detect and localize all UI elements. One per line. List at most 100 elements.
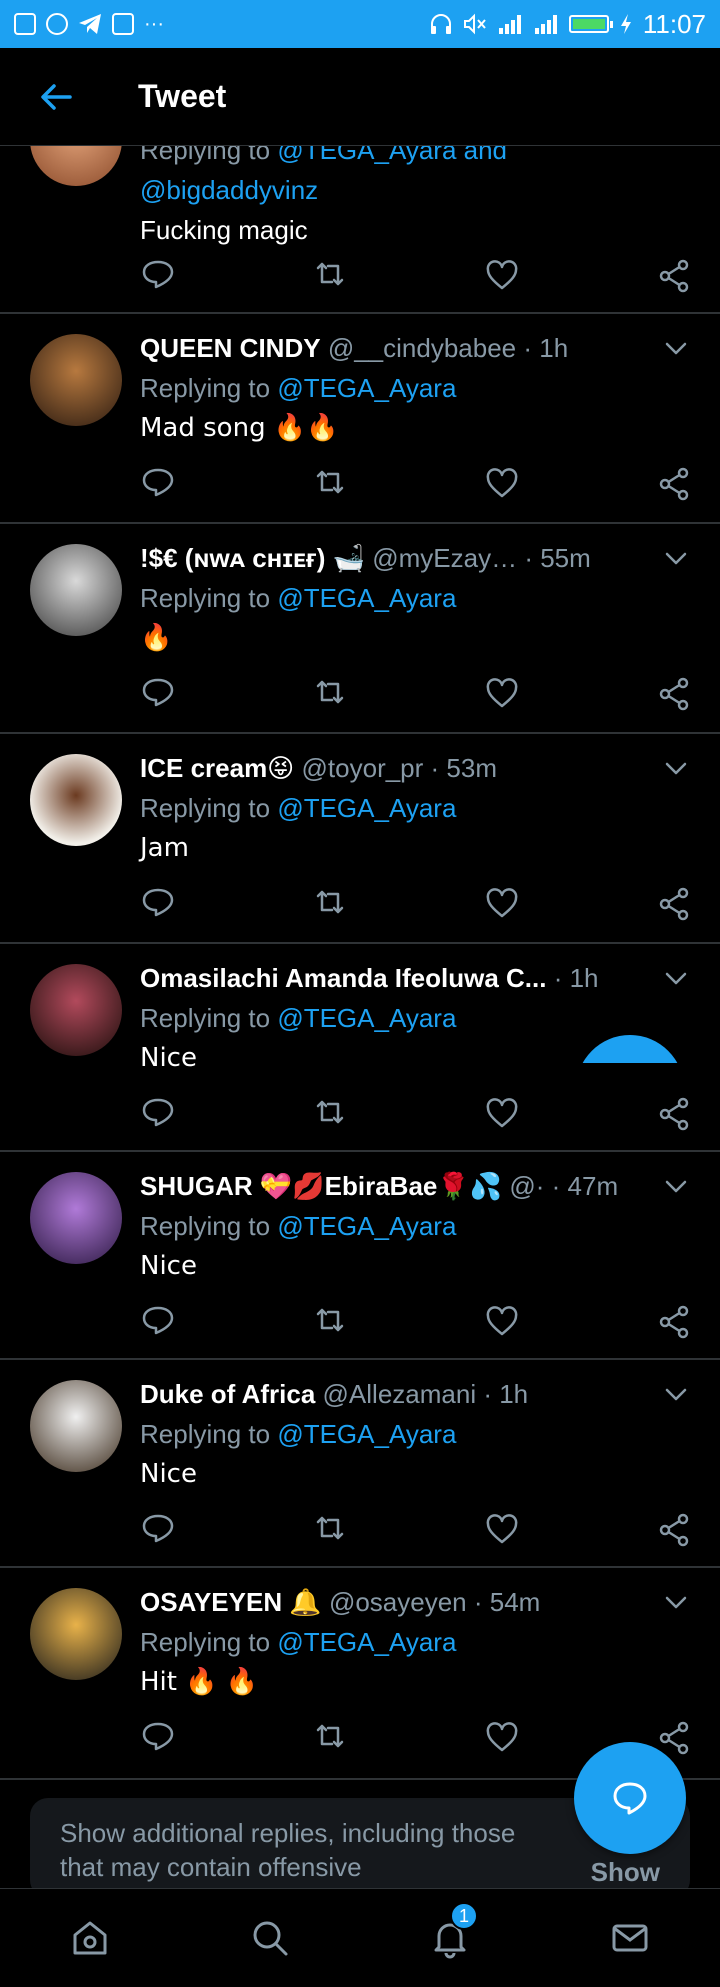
tweet-header: QUEEN CINDY @__cindybabee · 1h: [140, 328, 690, 368]
retweet-button[interactable]: [312, 886, 348, 922]
avatar[interactable]: [30, 544, 122, 636]
telegram-icon: [79, 14, 101, 34]
timestamp: · 53m: [430, 753, 498, 783]
like-button[interactable]: [484, 1304, 520, 1340]
status-more: ···: [144, 12, 164, 35]
display-name[interactable]: ICE cream😝: [140, 753, 294, 783]
like-button[interactable]: [484, 466, 520, 502]
reply-fab-button[interactable]: [574, 1742, 686, 1854]
timestamp: · 1h: [553, 963, 599, 993]
retweet-button[interactable]: [312, 258, 348, 294]
display-name[interactable]: OSAYEYEN 🔔: [140, 1587, 322, 1617]
avatar[interactable]: [30, 964, 122, 1056]
tweet-item[interactable]: Duke of Africa @Allezamani · 1h Replying…: [0, 1360, 720, 1568]
avatar[interactable]: [30, 1380, 122, 1472]
tweet-item[interactable]: ICE cream😝 @toyor_pr · 53m Replying to @…: [0, 734, 720, 944]
display-name[interactable]: !$€ (ɴᴡᴀ ᴄʜɪᴇғ) 🛁: [140, 543, 365, 573]
back-arrow-icon: [41, 83, 72, 110]
avatar[interactable]: [30, 334, 122, 426]
reply-icon: [142, 468, 174, 497]
tweet-text: 🔥: [140, 623, 173, 653]
retweet-button[interactable]: [312, 1304, 348, 1340]
mention-link[interactable]: @TEGA_Ayara: [277, 373, 456, 403]
share-button[interactable]: [656, 1720, 692, 1756]
reply-button[interactable]: [140, 466, 176, 502]
tweet-item[interactable]: !$€ (ɴᴡᴀ ᴄʜɪᴇғ) 🛁 @myEzay… · 55m Replyin…: [0, 524, 720, 734]
tweet-text: Nice: [140, 1459, 197, 1489]
retweet-button[interactable]: [312, 466, 348, 502]
reply-button[interactable]: [140, 258, 176, 294]
reply-button[interactable]: [140, 1304, 176, 1340]
chevron-down-icon[interactable]: [662, 1588, 690, 1616]
tweet-item[interactable]: SHUGAR 💝💋EbiraBae🌹💦 @· · 47m Replying to…: [0, 1152, 720, 1360]
reply-button[interactable]: [140, 1096, 176, 1132]
handle[interactable]: @toyor_pr: [302, 753, 424, 783]
replying-to-line: Replying to @TEGA_Ayara: [140, 578, 690, 618]
timestamp: · 55m: [524, 543, 591, 573]
mention-link[interactable]: @TEGA_Ayara: [277, 793, 456, 823]
reply-button[interactable]: [140, 676, 176, 712]
like-button[interactable]: [484, 1512, 520, 1548]
avatar[interactable]: [30, 1588, 122, 1680]
replying-label: Replying to: [140, 1211, 271, 1241]
share-button[interactable]: [656, 258, 692, 294]
chevron-down-icon[interactable]: [662, 544, 690, 572]
retweet-icon: [316, 1308, 344, 1332]
mention-link[interactable]: @bigdaddyvinz: [140, 175, 318, 205]
retweet-icon: [316, 470, 344, 494]
reply-button[interactable]: [140, 1720, 176, 1756]
mention-link[interactable]: @TEGA_Ayara: [277, 1003, 456, 1033]
handle[interactable]: @myEzay…: [372, 543, 517, 573]
signal-icon: [498, 15, 521, 34]
chevron-down-icon[interactable]: [662, 1172, 690, 1200]
chevron-down-icon[interactable]: [662, 754, 690, 782]
retweet-button[interactable]: [312, 1512, 348, 1548]
display-name[interactable]: Duke of Africa: [140, 1379, 315, 1409]
like-button[interactable]: [484, 1720, 520, 1756]
image-icon: [14, 13, 36, 35]
reply-icon: [142, 260, 174, 289]
mention-link[interactable]: @TEGA_Ayara: [277, 1627, 456, 1657]
share-button[interactable]: [656, 1096, 692, 1132]
retweet-button[interactable]: [312, 1720, 348, 1756]
handle[interactable]: @·: [509, 1171, 544, 1201]
like-button[interactable]: [484, 1096, 520, 1132]
display-name[interactable]: QUEEN CINDY: [140, 333, 321, 363]
mention-link[interactable]: @TEGA_Ayara: [277, 1211, 456, 1241]
charging-icon: [620, 14, 631, 34]
nav-notifications[interactable]: 1: [420, 1902, 480, 1968]
share-button[interactable]: [656, 466, 692, 502]
reply-button[interactable]: [140, 886, 176, 922]
handle[interactable]: @Allezamani: [323, 1379, 477, 1409]
like-button[interactable]: [484, 676, 520, 712]
share-button[interactable]: [656, 1512, 692, 1548]
avatar[interactable]: [30, 754, 122, 846]
share-button[interactable]: [656, 676, 692, 712]
handle[interactable]: @__cindybabee: [328, 333, 516, 363]
retweet-button[interactable]: [312, 676, 348, 712]
share-button[interactable]: [656, 1304, 692, 1340]
nav-messages[interactable]: [600, 1908, 660, 1968]
mention-link[interactable]: @TEGA_Ayara: [277, 1419, 456, 1449]
chevron-down-icon[interactable]: [662, 334, 690, 362]
chevron-down-icon[interactable]: [662, 1380, 690, 1408]
retweet-button[interactable]: [312, 1096, 348, 1132]
reply-button[interactable]: [140, 1512, 176, 1548]
like-button[interactable]: [484, 258, 520, 294]
like-button[interactable]: [484, 886, 520, 922]
tweet-item[interactable]: Replying to @TEGA_Ayara and @bigdaddyvin…: [0, 94, 720, 314]
nav-home[interactable]: [60, 1908, 120, 1968]
replying-to-line: Replying to @TEGA_Ayara: [140, 1206, 690, 1246]
display-name[interactable]: SHUGAR 💝💋EbiraBae🌹💦: [140, 1171, 502, 1201]
show-button[interactable]: Show: [591, 1857, 660, 1888]
handle[interactable]: @osayeyen: [329, 1587, 467, 1617]
avatar[interactable]: [30, 1172, 122, 1264]
display-name[interactable]: Omasilachi Amanda Ifeoluwa C...: [140, 963, 546, 993]
tweet-item[interactable]: QUEEN CINDY @__cindybabee · 1h Replying …: [0, 314, 720, 524]
status-bar: ··· 11:07: [0, 0, 720, 48]
nav-search[interactable]: [240, 1908, 300, 1968]
back-button[interactable]: [26, 67, 86, 127]
chevron-down-icon[interactable]: [662, 964, 690, 992]
share-button[interactable]: [656, 886, 692, 922]
mention-link[interactable]: @TEGA_Ayara: [277, 583, 456, 613]
